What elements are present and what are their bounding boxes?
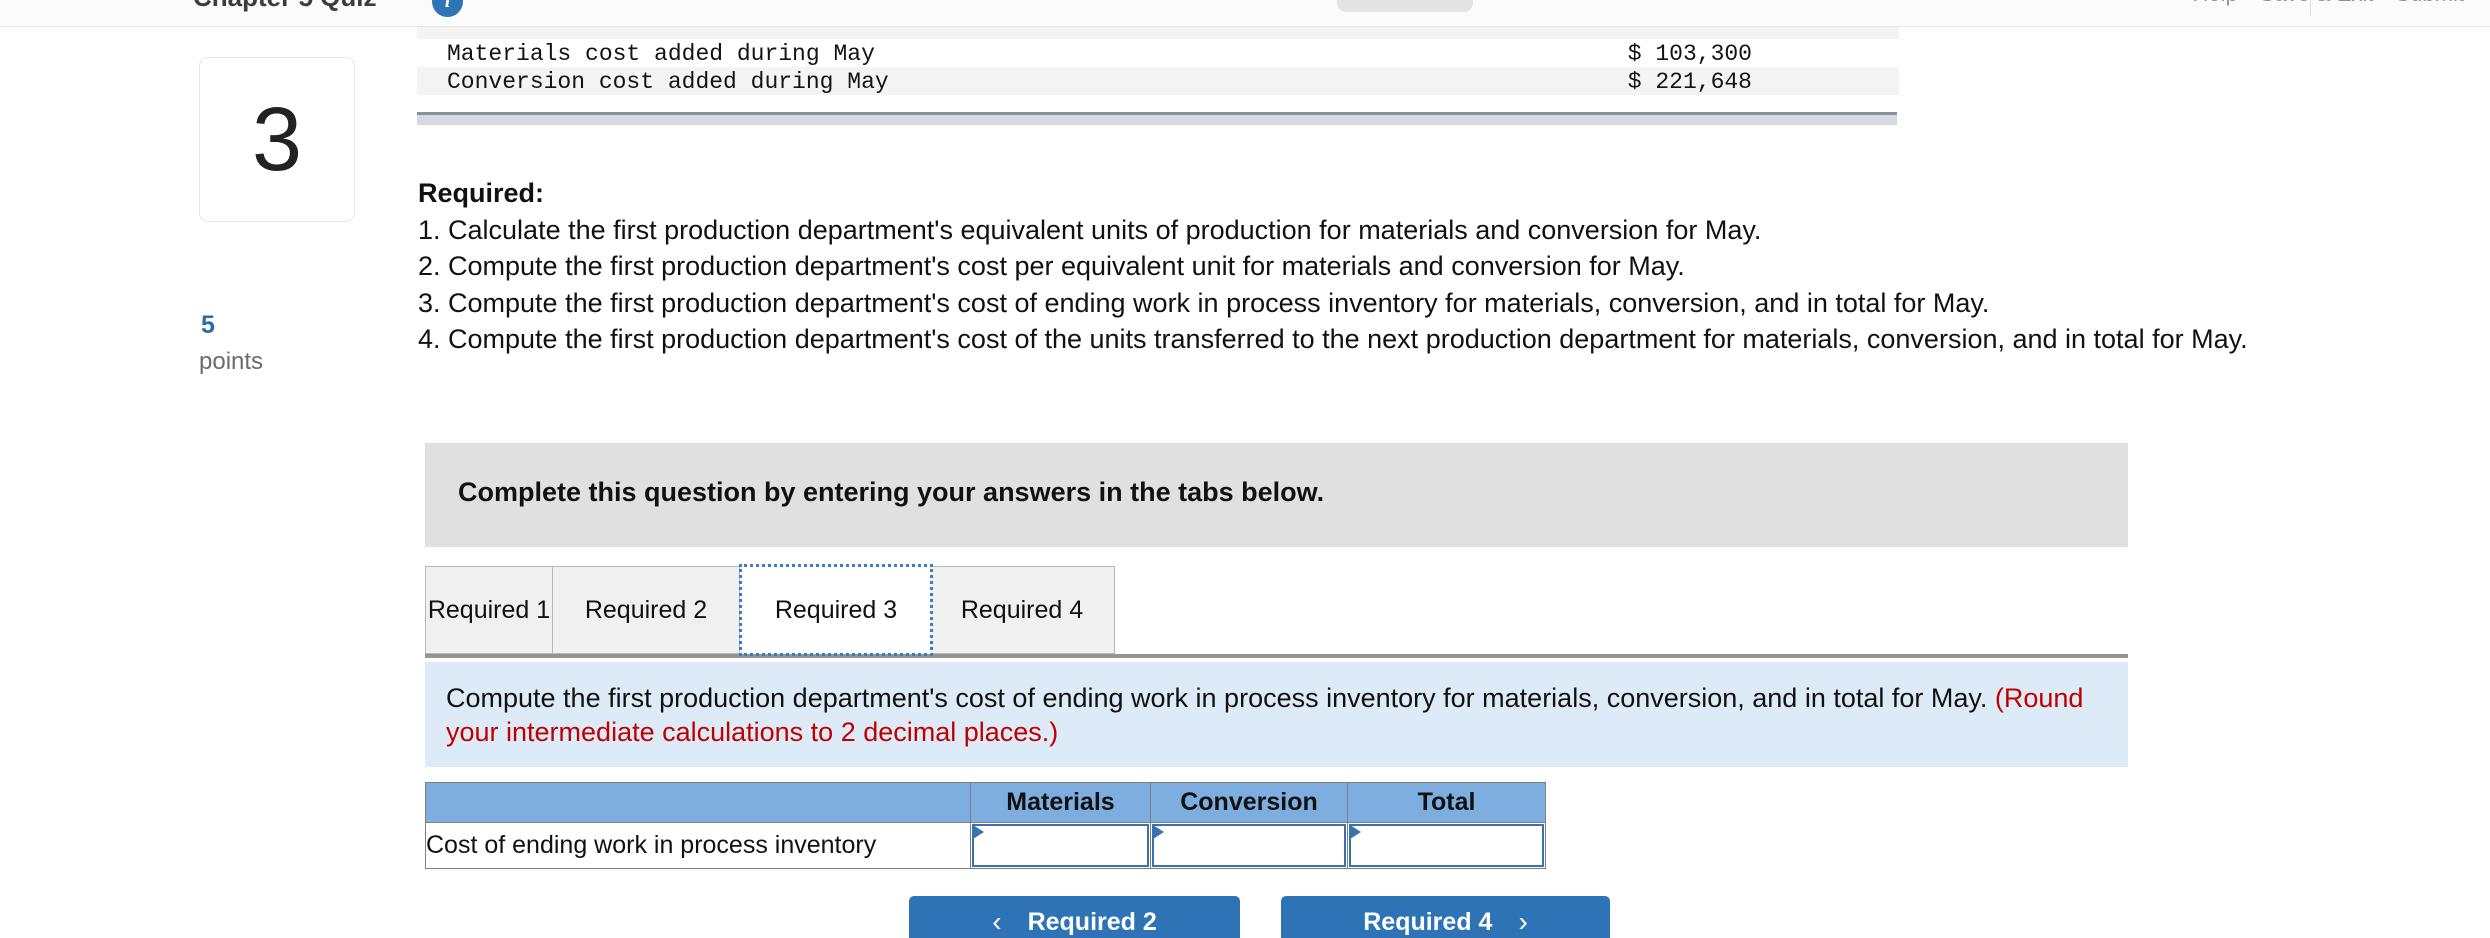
row-label-ending-wip: Cost of ending work in process inventory	[425, 822, 971, 869]
header-conversion: Conversion	[1150, 782, 1348, 823]
required-item-2: 2. Compute the first production departme…	[418, 251, 1685, 281]
tab-label: Required 4	[960, 595, 1084, 624]
instruction-panel: Compute the first production department'…	[425, 662, 2128, 767]
problem-data-table: Materials cost added during May $ 103,30…	[417, 27, 1899, 105]
instruction-text: Compute the first production department'…	[446, 681, 2106, 749]
complete-question-banner: Complete this question by entering your …	[425, 443, 2128, 547]
banner-text: Complete this question by entering your …	[458, 477, 1325, 507]
required-item-4: 4. Compute the first production departme…	[418, 324, 2248, 354]
cell-marker-icon	[1350, 825, 1361, 839]
conversion-input[interactable]	[1152, 824, 1346, 867]
required-section: Required: 1. Calculate the first product…	[418, 175, 2378, 358]
question-number: 3	[251, 89, 303, 190]
table-row: Conversion cost added during May $ 221,6…	[417, 67, 1899, 95]
points-value: 5	[201, 311, 215, 339]
row-label: Conversion cost added during May	[447, 69, 889, 95]
tab-required-2[interactable]: Required 2	[552, 566, 740, 654]
input-cell-total[interactable]	[1347, 822, 1546, 869]
next-requirement-button[interactable]: Required 4 ›	[1281, 896, 1610, 938]
tab-label: Required 1	[427, 595, 551, 624]
chevron-left-icon: ‹	[992, 906, 1002, 937]
answer-table-header-row: Materials Conversion Total	[425, 782, 1546, 823]
answer-table: Materials Conversion Total Cost of endin…	[425, 782, 1546, 869]
instruction-main: Compute the first production department'…	[446, 683, 1995, 713]
question-number-card: 3	[199, 57, 355, 222]
horizontal-scrollbar[interactable]	[417, 112, 1897, 125]
row-label: Materials cost added during May	[447, 41, 875, 67]
header-actions: Help Save & Exit Submit	[2193, 0, 2464, 7]
submit-button[interactable]: Submit	[2396, 0, 2464, 7]
info-icon[interactable]: i	[432, 0, 463, 17]
next-button-label: Required 4	[1363, 907, 1493, 936]
requirement-tabs: Required 1 Required 2 Required 3 Require…	[425, 564, 2128, 661]
quiz-page: Chapter 5 Quiz i Help Save & Exit Submit…	[0, 0, 2490, 938]
header-materials: Materials	[970, 782, 1151, 823]
prev-button-label: Required 2	[1027, 907, 1157, 936]
total-input[interactable]	[1349, 824, 1544, 867]
tabstrip-underline	[425, 654, 2128, 658]
cell-marker-icon	[973, 825, 984, 839]
input-cell-materials[interactable]	[970, 822, 1151, 869]
tab-required-4[interactable]: Required 4	[929, 566, 1115, 654]
required-item-1: 1. Calculate the first production depart…	[418, 214, 1762, 245]
app-header: Chapter 5 Quiz i Help Save & Exit Submit	[0, 0, 2490, 27]
tab-required-1[interactable]: Required 1	[425, 566, 553, 654]
page-title: Chapter 5 Quiz	[193, 0, 376, 13]
tab-required-3[interactable]: Required 3	[739, 564, 933, 656]
prev-requirement-button[interactable]: ‹ Required 2	[909, 896, 1240, 938]
help-button[interactable]: Help	[2193, 0, 2238, 7]
points-label: points	[199, 348, 264, 375]
header-total: Total	[1347, 782, 1546, 823]
table-clipped-row	[417, 27, 1899, 39]
row-value: $ 103,300	[1627, 41, 1752, 67]
header-blank	[425, 782, 971, 823]
cell-marker-icon	[1153, 825, 1164, 839]
required-item-3: 3. Compute the first production departme…	[418, 287, 1990, 318]
table-row: Materials cost added during May $ 103,30…	[417, 39, 1899, 67]
header-progress-pill	[1337, 0, 1473, 12]
save-exit-button[interactable]: Save & Exit	[2260, 0, 2374, 7]
input-cell-conversion[interactable]	[1150, 822, 1348, 869]
required-heading: Required:	[418, 178, 545, 208]
table-row: Cost of ending work in process inventory	[425, 822, 1546, 869]
tab-label: Required 3	[774, 595, 898, 624]
materials-input[interactable]	[972, 824, 1149, 867]
row-value: $ 221,648	[1627, 69, 1752, 95]
tab-label: Required 2	[584, 595, 708, 624]
chevron-right-icon: ›	[1518, 906, 1528, 937]
